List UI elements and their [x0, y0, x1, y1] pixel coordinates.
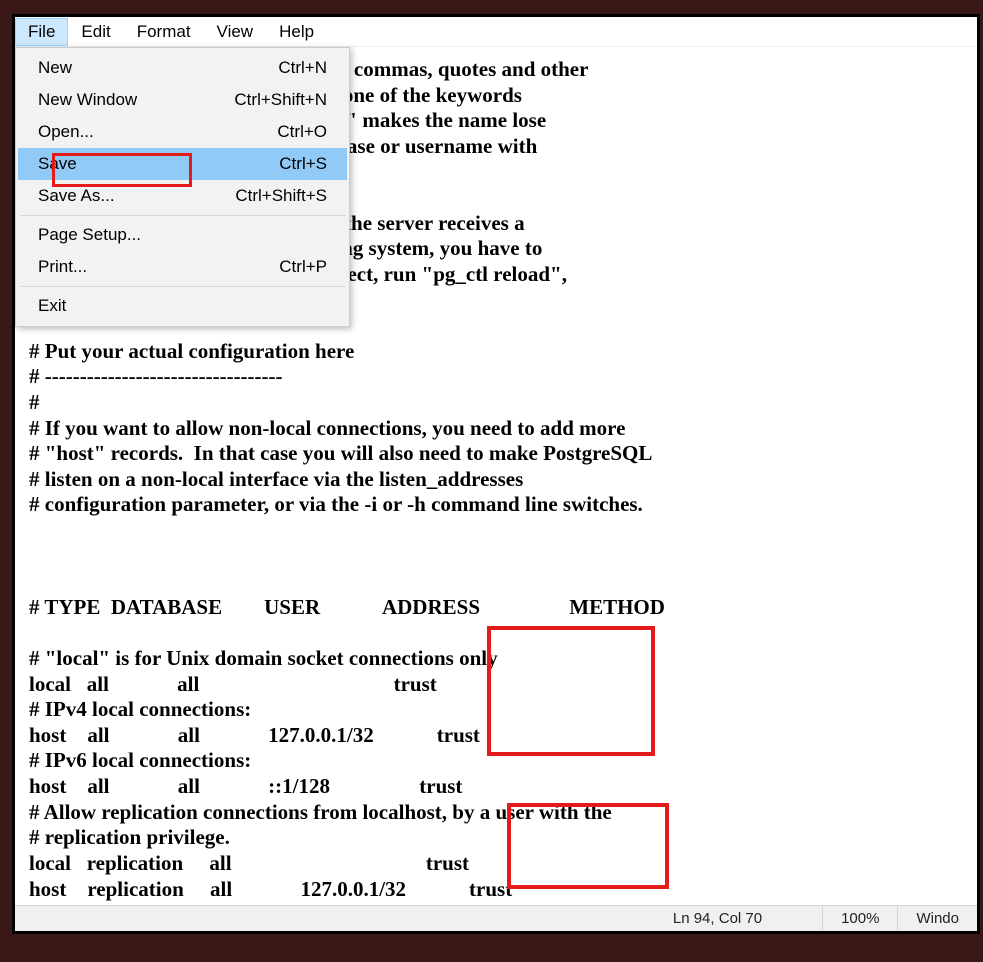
menu-item-label: Exit	[38, 296, 66, 316]
menu-item-shortcut: Ctrl+N	[278, 58, 327, 78]
menu-separator	[20, 286, 345, 287]
status-encoding: Windo	[897, 906, 977, 931]
status-zoom: 100%	[822, 906, 897, 931]
file-dropdown: New Ctrl+N New Window Ctrl+Shift+N Open.…	[15, 47, 350, 327]
file-menu-new-window[interactable]: New Window Ctrl+Shift+N	[18, 84, 347, 116]
file-menu-open[interactable]: Open... Ctrl+O	[18, 116, 347, 148]
menu-separator	[20, 215, 345, 216]
menu-format[interactable]: Format	[124, 18, 204, 46]
menu-view[interactable]: View	[204, 18, 267, 46]
menu-item-shortcut: Ctrl+S	[279, 154, 327, 174]
status-cursor-position: Ln 94, Col 70	[655, 906, 822, 931]
menu-item-label: Save	[38, 154, 77, 174]
menu-item-shortcut: Ctrl+Shift+S	[235, 186, 327, 206]
menu-bar: File Edit Format View Help	[15, 17, 977, 47]
file-menu-print[interactable]: Print... Ctrl+P	[18, 251, 347, 283]
menu-edit[interactable]: Edit	[68, 18, 123, 46]
notepad-window: File Edit Format View Help containing sp…	[12, 14, 980, 934]
menu-item-label: Print...	[38, 257, 87, 277]
status-bar: Ln 94, Col 70 100% Windo	[15, 905, 977, 931]
menu-file[interactable]: File	[15, 18, 68, 46]
menu-item-shortcut: Ctrl+O	[277, 122, 327, 142]
menu-item-label: New Window	[38, 90, 137, 110]
file-menu-save-as[interactable]: Save As... Ctrl+Shift+S	[18, 180, 347, 212]
menu-item-shortcut: Ctrl+P	[279, 257, 327, 277]
menu-help[interactable]: Help	[266, 18, 327, 46]
menu-item-label: New	[38, 58, 72, 78]
file-menu-new[interactable]: New Ctrl+N	[18, 52, 347, 84]
menu-item-label: Page Setup...	[38, 225, 141, 245]
menu-item-shortcut: Ctrl+Shift+N	[234, 90, 327, 110]
menu-item-label: Open...	[38, 122, 94, 142]
file-menu-save[interactable]: Save Ctrl+S	[18, 148, 347, 180]
file-menu-page-setup[interactable]: Page Setup...	[18, 219, 347, 251]
menu-item-label: Save As...	[38, 186, 115, 206]
file-menu-exit[interactable]: Exit	[18, 290, 347, 322]
